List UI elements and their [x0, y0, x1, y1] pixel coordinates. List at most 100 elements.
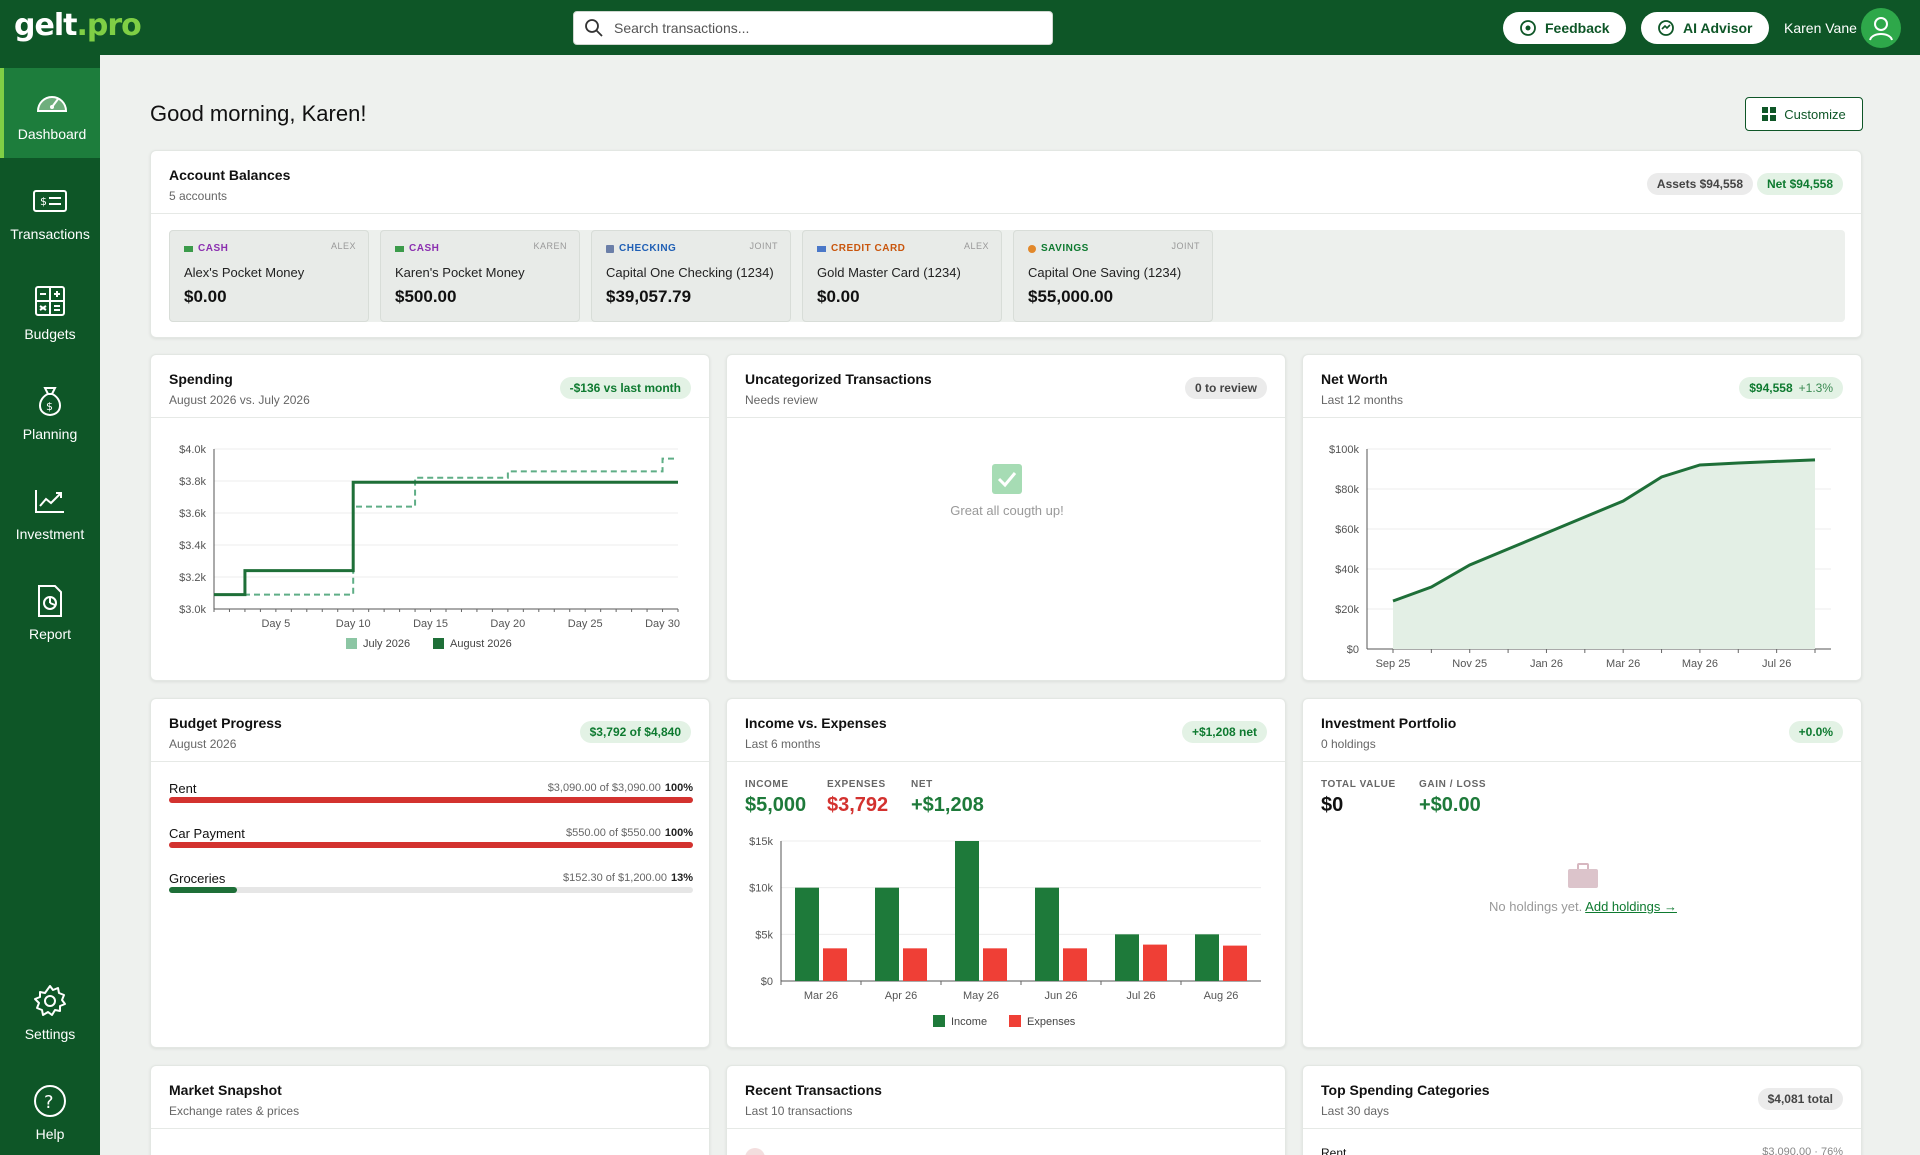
investment-portfolio-card: Investment Portfolio 0 holdings +0.0% TO… [1302, 698, 1862, 1048]
spending-card: Spending August 2026 vs. July 2026 -$136… [150, 354, 710, 681]
divider [727, 761, 1285, 762]
ai-advisor-icon [1658, 20, 1674, 36]
logo-main-text: gelt [14, 8, 77, 43]
no-holdings-message: No holdings yet. Add holdings → [1303, 899, 1861, 914]
top-spending-card: Top Spending Categories Last 30 days $4,… [1302, 1065, 1862, 1155]
account-type: CASH [184, 243, 354, 254]
account-tile[interactable]: CASH ALEX Alex's Pocket Money $0.00 [169, 230, 369, 322]
user-name[interactable]: Karen Vane [1784, 20, 1857, 36]
income-expenses-card: Income vs. Expenses Last 6 months +$1,20… [726, 698, 1286, 1048]
sidebar-item-transactions[interactable]: $ Transactions [0, 168, 100, 258]
income-value: $5,000 [745, 794, 807, 816]
stat-label: EXPENSES [827, 779, 886, 790]
divider [151, 213, 1861, 214]
gelt-logo[interactable]: gelt.pro [14, 8, 142, 43]
user-icon [1869, 17, 1893, 41]
account-type-label: SAVINGS [1041, 243, 1089, 254]
logo-suffix-text: pro [86, 8, 142, 43]
legend-swatch [346, 638, 357, 649]
sidebar-item-report[interactable]: Report [0, 568, 100, 658]
account-balances-card: Account Balances 5 accounts Assets $94,5… [150, 150, 1862, 338]
gear-icon [32, 984, 68, 1018]
sidebar-item-settings[interactable]: Settings [0, 968, 100, 1058]
x-tick-label: May 26 [1682, 658, 1718, 670]
search-box[interactable] [573, 11, 1053, 45]
account-owner: ALEX [330, 241, 356, 251]
sidebar-item-dashboard[interactable]: Dashboard [0, 68, 100, 158]
gain-loss-value: +$0.00 [1419, 794, 1481, 816]
account-balance: $55,000.00 [1028, 287, 1114, 306]
check-icon [992, 464, 1022, 494]
customize-button[interactable]: Customize [1745, 97, 1863, 131]
account-tile[interactable]: CHECKING JOINT Capital One Checking (123… [591, 230, 791, 322]
x-tick-label: Day 15 [413, 618, 448, 630]
page-title: Good morning, Karen! [150, 101, 367, 126]
card-header: Top Spending Categories Last 30 days [1321, 1082, 1490, 1118]
calculator-icon [32, 284, 68, 318]
card-header: Net Worth Last 12 months [1321, 371, 1403, 407]
sidebar-item-budgets[interactable]: Budgets [0, 268, 100, 358]
divider [151, 761, 709, 762]
divider [151, 1128, 709, 1129]
budget-row[interactable]: Car Payment $550.00 of $550.00 100% [169, 826, 693, 848]
add-holdings-link[interactable]: Add holdings → [1585, 899, 1677, 914]
chat-icon [1520, 20, 1536, 36]
sidebar-item-label: Investment [15, 526, 85, 542]
legend-swatch [433, 638, 444, 649]
spending-change-badge: -$136 vs last month [559, 377, 691, 399]
expense-bar [1063, 948, 1087, 981]
net-worth-change: +1.3% [1798, 381, 1833, 395]
budget-row[interactable]: Groceries $152.30 of $1,200.00 13% [169, 871, 693, 893]
y-tick-label: $4.0k [179, 444, 206, 456]
account-tile[interactable]: CREDIT CARD ALEX Gold Master Card (1234)… [802, 230, 1002, 322]
cash-icon [395, 245, 404, 252]
card-subtitle: August 2026 [169, 737, 237, 751]
stat-label: INCOME [745, 779, 789, 790]
account-type-label: CHECKING [619, 243, 677, 254]
expense-bar [1223, 945, 1247, 981]
budget-row[interactable]: Rent $3,090.00 of $3,090.00 100% [169, 781, 693, 803]
feedback-button[interactable]: Feedback [1503, 12, 1626, 44]
y-tick-label: $3.2k [179, 572, 206, 584]
sidebar-item-investment[interactable]: Investment [0, 468, 100, 558]
empty-message: Great all cougth up! [950, 503, 1064, 518]
net-worth-card: Net Worth Last 12 months $94,558 +1.3% $0… [1302, 354, 1862, 681]
portfolio-change-badge: +0.0% [1788, 721, 1843, 743]
legend-label: Income [951, 1016, 987, 1028]
sidebar: Dashboard $ Transactions Budgets $ Plann… [0, 55, 100, 1155]
account-owner: ALEX [963, 241, 989, 251]
expenses-value: $3,792 [827, 794, 889, 816]
bank-icon [606, 244, 614, 253]
savings-icon [1028, 244, 1036, 253]
sidebar-item-label: Budgets [24, 326, 76, 342]
card-subtitle: 0 holdings [1321, 737, 1376, 751]
divider [727, 417, 1285, 418]
y-tick-label: $15k [749, 836, 773, 848]
net-stat: NET +$1,208 [911, 779, 984, 817]
search-input[interactable] [614, 20, 1014, 36]
net-worth-badge: $94,558 +1.3% [1739, 377, 1843, 399]
divider [1303, 761, 1861, 762]
sidebar-item-help[interactable]: ? Help [0, 1068, 100, 1155]
account-name: Capital One Checking (1234) [606, 265, 774, 280]
card-subtitle: Last 6 months [745, 737, 821, 751]
account-tile[interactable]: SAVINGS JOINT Capital One Saving (1234) … [1013, 230, 1213, 322]
y-tick-label: $3.0k [179, 604, 206, 616]
y-tick-label: $60k [1335, 524, 1359, 536]
x-tick-label: Day 25 [568, 618, 603, 630]
legend-label: July 2026 [363, 638, 410, 650]
avatar[interactable] [1861, 8, 1901, 48]
budget-amount-text: $152.30 of $1,200.00 [562, 872, 667, 884]
net-worth-chart: $0 $20k $40k $60k $80k $100k Sep 25 Nov 25 Jan 2… [1329, 444, 1831, 670]
search-icon [585, 19, 603, 37]
sidebar-item-planning[interactable]: $ Planning [0, 368, 100, 458]
card-subtitle: Last 12 months [1321, 393, 1404, 407]
ai-advisor-button[interactable]: AI Advisor [1641, 12, 1769, 44]
card-title: Recent Transactions [745, 1082, 882, 1098]
account-type-label: CREDIT CARD [831, 243, 906, 254]
account-tile[interactable]: CASH KAREN Karen's Pocket Money $500.00 [380, 230, 580, 322]
stat-label: TOTAL VALUE [1321, 779, 1396, 790]
gauge-icon [34, 84, 70, 118]
sidebar-item-label: Planning [22, 426, 78, 442]
grid-icon [1762, 107, 1777, 121]
